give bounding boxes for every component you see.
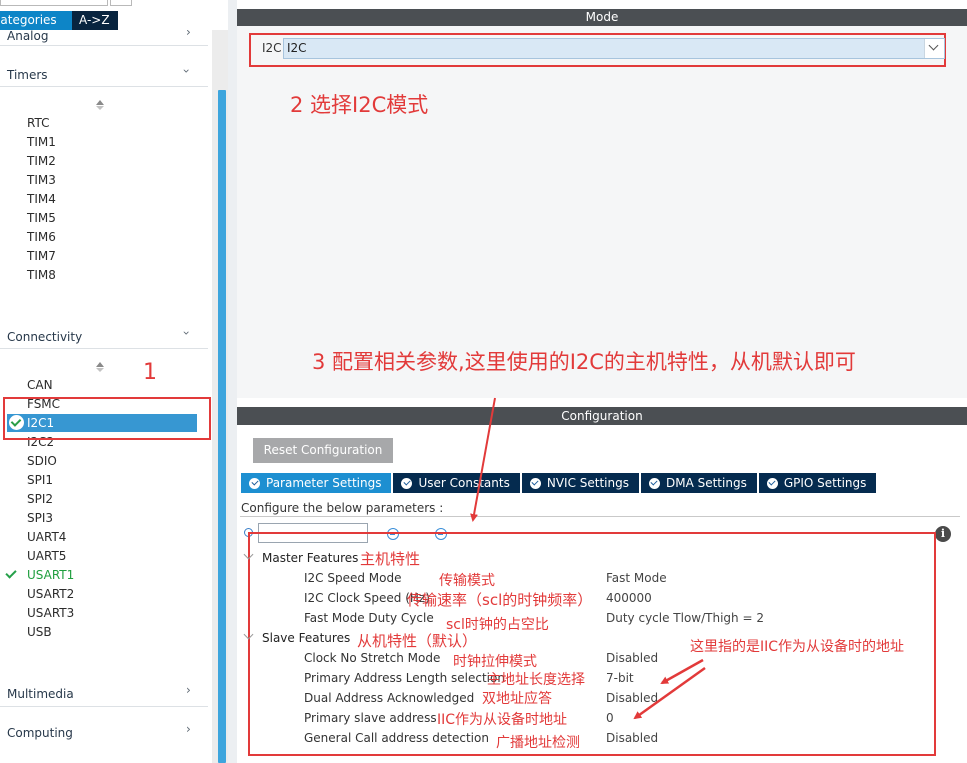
connectivity-item[interactable]: SPI2 — [27, 492, 53, 506]
arrow-to-slave-addr — [633, 666, 706, 720]
timer-item[interactable]: RTC — [27, 116, 49, 130]
separator — [0, 86, 208, 87]
arrow-to-addr-length — [660, 658, 704, 685]
sort-arrows-icon[interactable] — [96, 100, 104, 110]
separator — [0, 706, 208, 707]
connectivity-item[interactable]: USART2 — [27, 587, 74, 601]
timer-item[interactable]: TIM8 — [27, 268, 56, 282]
timer-item[interactable]: TIM3 — [27, 173, 56, 187]
arrow-to-parameters — [470, 397, 496, 522]
timer-item[interactable]: TIM6 — [27, 230, 56, 244]
mode-configuration-panel: Mode I2C I2C 2 选择I2C模式 3 配置相关参数,这里使用的I2C… — [237, 0, 967, 763]
category-tabs: Categories A->Z — [0, 11, 118, 30]
timer-item[interactable]: TIM2 — [27, 154, 56, 168]
category-multimedia[interactable]: Multimedia — [7, 687, 74, 701]
connectivity-item-enabled[interactable]: USART1 — [27, 568, 74, 582]
separator — [0, 348, 208, 349]
chevron-right-icon[interactable]: › — [186, 722, 191, 736]
connectivity-item[interactable]: USART3 — [27, 606, 74, 620]
annotation-number-1: 1 — [143, 360, 157, 385]
search-field[interactable] — [0, 0, 108, 6]
connectivity-item[interactable]: SPI1 — [27, 473, 53, 487]
category-computing[interactable]: Computing — [7, 726, 73, 740]
timer-item[interactable]: TIM5 — [27, 211, 56, 225]
chevron-down-icon[interactable]: › — [179, 331, 193, 336]
tab-categories[interactable]: Categories — [0, 11, 72, 30]
category-panel: Categories A->Z Analog › Timers › RTC TI… — [0, 0, 228, 763]
chevron-right-icon[interactable]: › — [186, 683, 191, 697]
tab-a-z[interactable]: A->Z — [72, 11, 118, 30]
annotation-arrows — [470, 397, 706, 720]
category-analog[interactable]: Analog — [7, 30, 48, 43]
connectivity-item[interactable]: SDIO — [27, 454, 57, 468]
category-connectivity[interactable]: Connectivity — [7, 330, 82, 344]
timer-item[interactable]: TIM4 — [27, 192, 56, 206]
scrollbar-thumb[interactable] — [218, 90, 226, 763]
connectivity-item[interactable]: UART5 — [27, 549, 66, 563]
sort-arrows-icon[interactable] — [96, 362, 104, 372]
timer-item[interactable]: TIM7 — [27, 249, 56, 263]
chevron-right-icon[interactable]: › — [186, 30, 191, 39]
search-clear-button[interactable] — [110, 0, 132, 6]
connectivity-item[interactable]: SPI3 — [27, 511, 53, 525]
stm32cubemx-pinout-view: Categories A->Z Analog › Timers › RTC TI… — [0, 0, 967, 763]
category-timers[interactable]: Timers — [7, 68, 48, 82]
connectivity-item[interactable]: UART4 — [27, 530, 66, 544]
annotation-box-1 — [3, 397, 211, 440]
panel-splitter[interactable] — [228, 0, 237, 763]
timer-item[interactable]: TIM1 — [27, 135, 56, 149]
chevron-down-icon[interactable]: › — [179, 69, 193, 74]
separator — [0, 45, 208, 46]
connectivity-item[interactable]: USB — [27, 625, 52, 639]
connectivity-item[interactable]: CAN — [27, 378, 53, 392]
